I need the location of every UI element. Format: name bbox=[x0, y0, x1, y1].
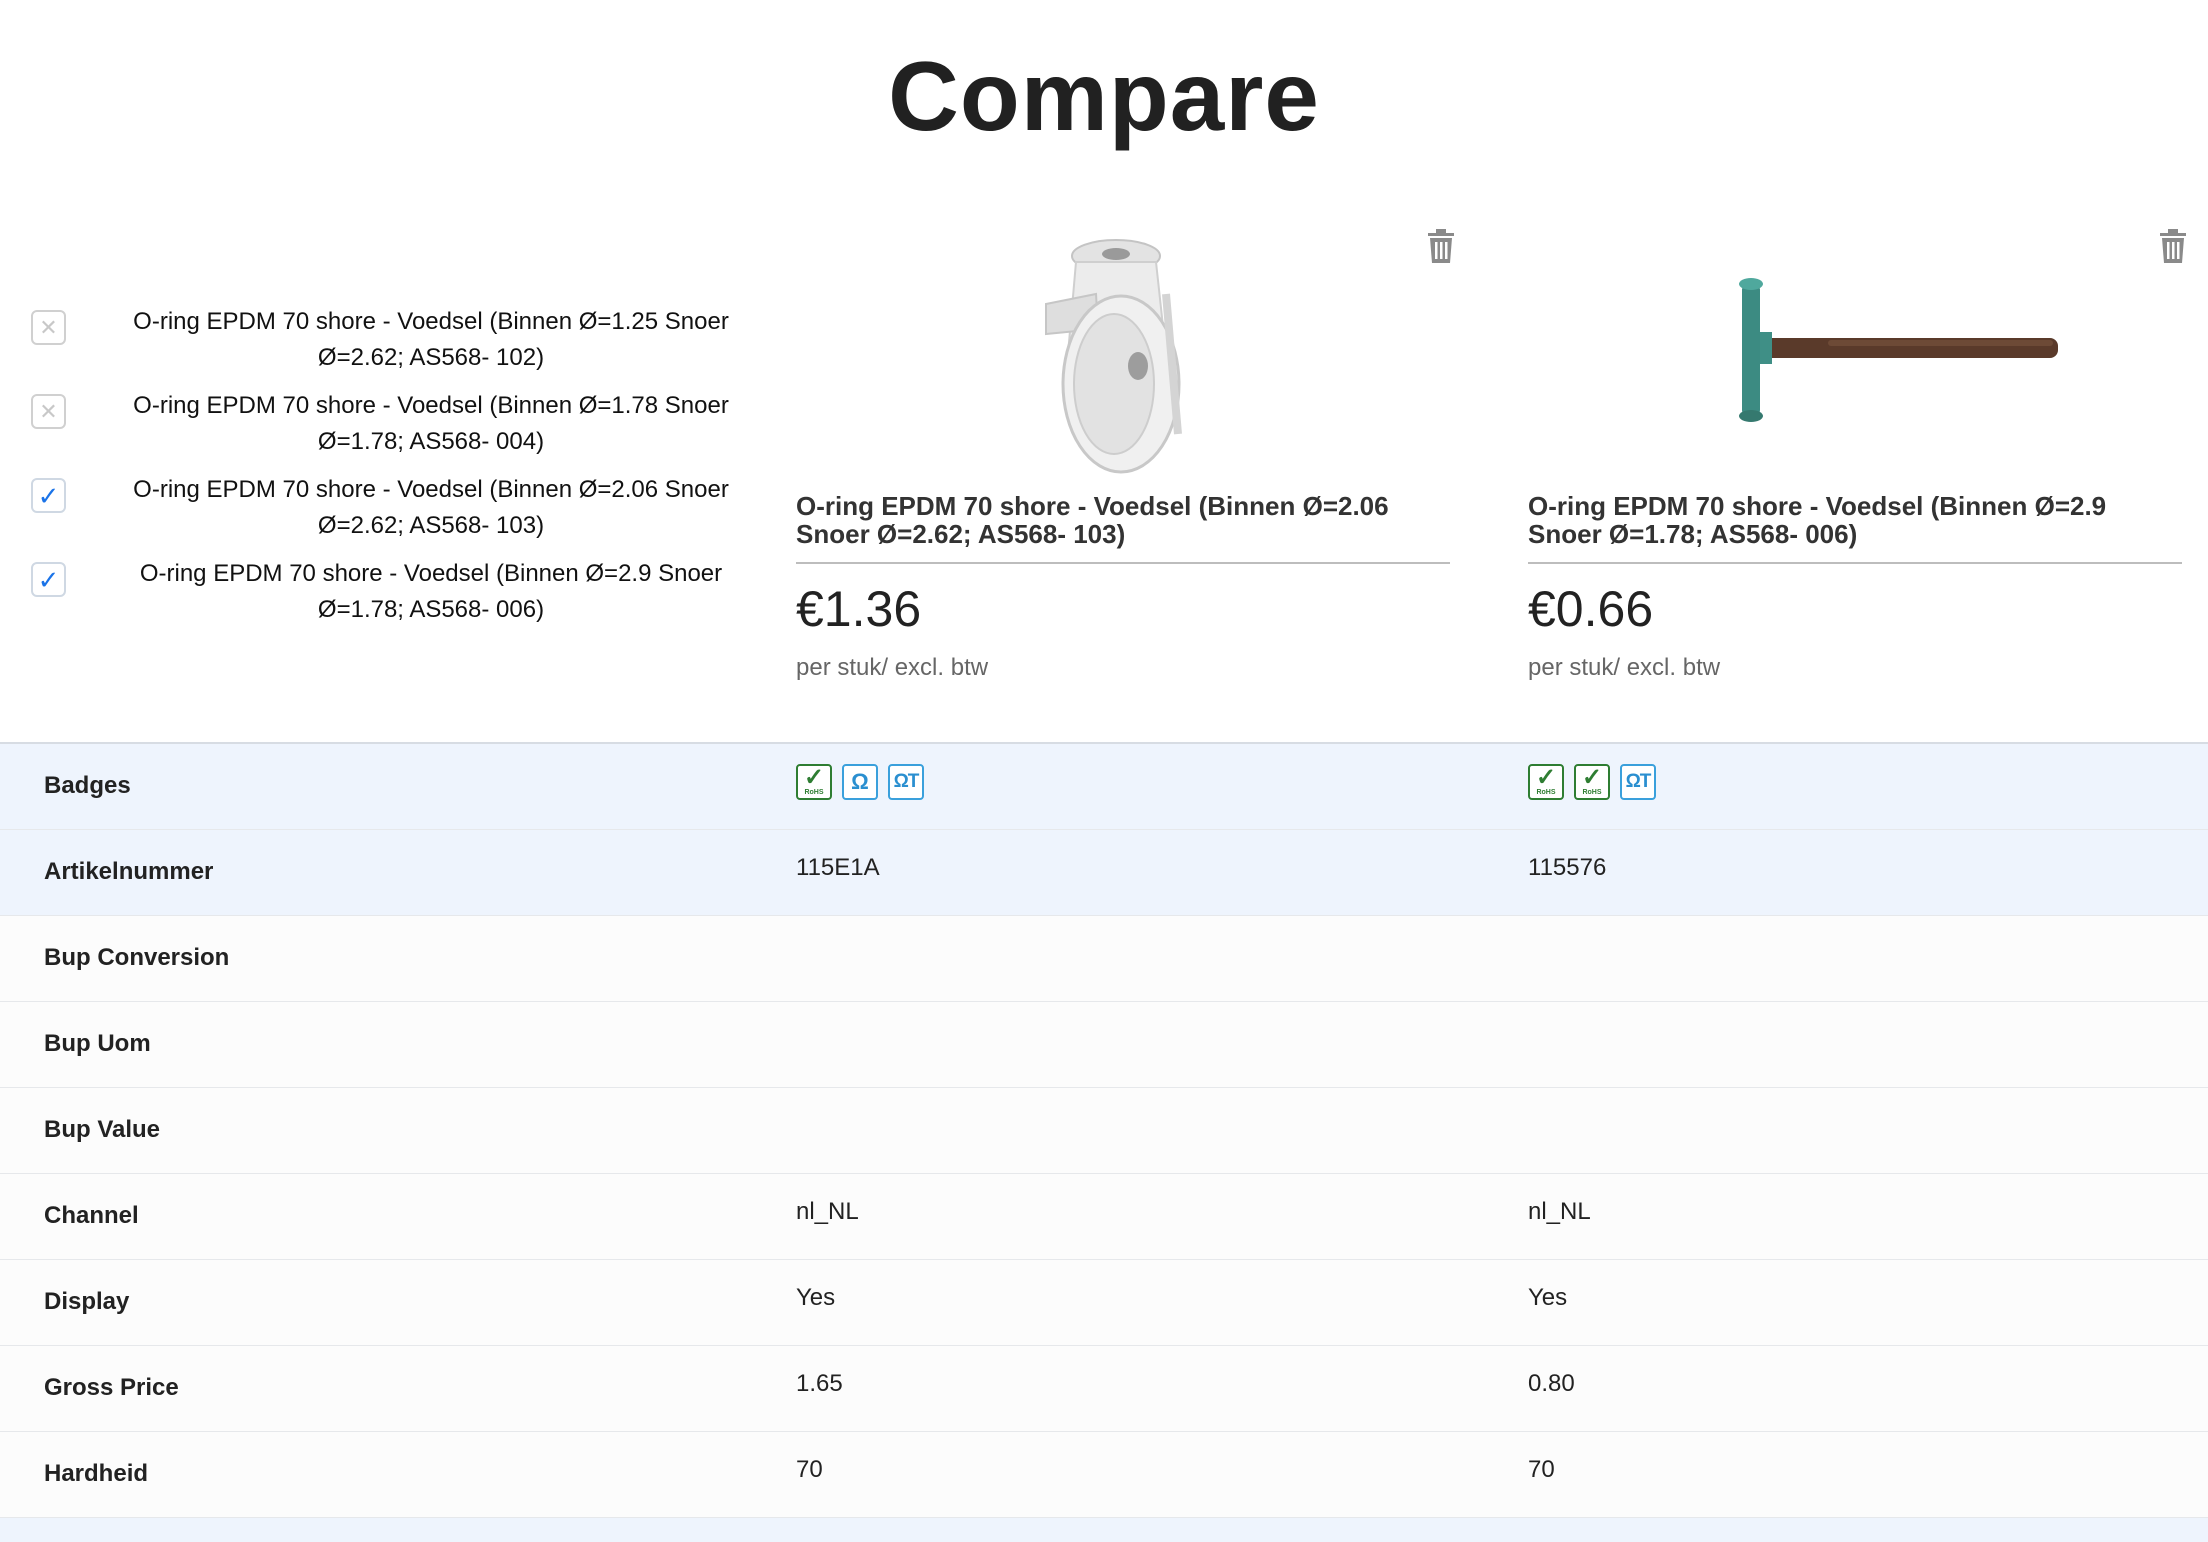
badge-group: ✓ RoHS ✓ RoHS ΩT bbox=[1528, 764, 1656, 800]
selector-item[interactable]: ✕ O-ring EPDM 70 shore - Voedsel (Binnen… bbox=[28, 388, 729, 472]
spec-row-display: Display Yes Yes bbox=[0, 1260, 2208, 1346]
spec-value: Yes bbox=[796, 1284, 836, 1311]
spec-row-hardheid: Hardheid 70 70 bbox=[0, 1432, 2208, 1518]
spec-value: 70 bbox=[1528, 1456, 1555, 1483]
omega-t-badge-icon: ΩT bbox=[888, 764, 924, 800]
spec-label: Display bbox=[44, 1288, 130, 1315]
spec-label: Hardheid bbox=[44, 1460, 149, 1487]
spec-label: Bup Uom bbox=[44, 1030, 151, 1057]
selector-item-label: O-ring EPDM 70 shore - Voedsel (Binnen Ø… bbox=[133, 476, 729, 539]
unchecked-x-icon[interactable]: ✕ bbox=[31, 394, 66, 429]
spec-table: Badges ✓ RoHS Ω ΩT ✓ RoHS ✓ RoHS ΩT Artikel… bbox=[0, 742, 2208, 1542]
spec-row-badges: Badges ✓ RoHS Ω ΩT ✓ RoHS ✓ RoHS ΩT bbox=[0, 744, 2208, 830]
spec-value: 115E1A bbox=[796, 854, 880, 881]
spec-label: Badges bbox=[44, 772, 131, 799]
compare-page: Compare ✕ O-ring EPDM 70 shore - Voedsel… bbox=[0, 0, 2208, 1542]
selector-item-label: O-ring EPDM 70 shore - Voedsel (Binnen Ø… bbox=[139, 560, 723, 623]
spec-value: 115576 bbox=[1528, 854, 1607, 881]
spec-label: Bup Value bbox=[44, 1116, 161, 1143]
price-note: per stuk/ excl. btw bbox=[796, 654, 989, 681]
spec-row-gross-price: Gross Price 1.65 0.80 bbox=[0, 1346, 2208, 1432]
spec-row-bup-conversion: Bup Conversion bbox=[0, 916, 2208, 1002]
selector-item[interactable]: ✓ O-ring EPDM 70 shore - Voedsel (Binnen… bbox=[28, 472, 729, 556]
selector-item-label: O-ring EPDM 70 shore - Voedsel (Binnen Ø… bbox=[133, 392, 729, 455]
product-price: €1.36 bbox=[796, 581, 922, 637]
selector-item-label: O-ring EPDM 70 shore - Voedsel (Binnen Ø… bbox=[133, 308, 729, 371]
page-title: Compare bbox=[888, 41, 1320, 151]
badge-group: ✓ RoHS Ω ΩT bbox=[796, 764, 924, 800]
spec-label: Channel bbox=[44, 1202, 139, 1229]
spec-row-bup-uom: Bup Uom bbox=[0, 1002, 2208, 1088]
spec-row-artikelnummer: Artikelnummer 115E1A 115576 bbox=[0, 830, 2208, 916]
product-name[interactable]: O-ring EPDM 70 shore - Voedsel (Binnen Ø… bbox=[796, 492, 1450, 564]
spec-value: 1.65 bbox=[796, 1370, 843, 1397]
rohs-badge-icon: ✓ RoHS bbox=[1528, 764, 1564, 800]
product-price: €0.66 bbox=[1528, 581, 1654, 637]
spec-row-channel: Channel nl_NL nl_NL bbox=[0, 1174, 2208, 1260]
product-image-castor-wheel[interactable] bbox=[796, 234, 1450, 484]
product-name[interactable]: O-ring EPDM 70 shore - Voedsel (Binnen Ø… bbox=[1528, 492, 2182, 564]
selector-item[interactable]: ✓ O-ring EPDM 70 shore - Voedsel (Binnen… bbox=[28, 556, 728, 640]
spec-label: Bup Conversion bbox=[44, 944, 230, 971]
spec-value: 70 bbox=[796, 1456, 823, 1483]
product-selector-list: ✕ O-ring EPDM 70 shore - Voedsel (Binnen… bbox=[28, 304, 729, 640]
price-note: per stuk/ excl. btw bbox=[1528, 654, 1721, 681]
omega-badge-icon: Ω bbox=[842, 764, 878, 800]
unchecked-x-icon[interactable]: ✕ bbox=[31, 310, 66, 345]
spec-value: Yes bbox=[1528, 1284, 1568, 1311]
spec-row-next bbox=[0, 1518, 2208, 1542]
spec-value: 0.80 bbox=[1528, 1370, 1575, 1397]
selector-item[interactable]: ✕ O-ring EPDM 70 shore - Voedsel (Binnen… bbox=[28, 304, 729, 388]
spec-value: nl_NL bbox=[796, 1198, 859, 1225]
checkmark-icon[interactable]: ✓ bbox=[31, 562, 66, 597]
spec-row-bup-value: Bup Value bbox=[0, 1088, 2208, 1174]
spec-label: Artikelnummer bbox=[44, 858, 214, 885]
spec-label: Gross Price bbox=[44, 1374, 179, 1401]
product-image-hammer[interactable] bbox=[1528, 234, 2182, 484]
spec-value: nl_NL bbox=[1528, 1198, 1591, 1225]
rohs-badge-icon: ✓ RoHS bbox=[796, 764, 832, 800]
checkmark-icon[interactable]: ✓ bbox=[31, 478, 66, 513]
rohs-badge-icon: ✓ RoHS bbox=[1574, 764, 1610, 800]
omega-t-badge-icon: ΩT bbox=[1620, 764, 1656, 800]
